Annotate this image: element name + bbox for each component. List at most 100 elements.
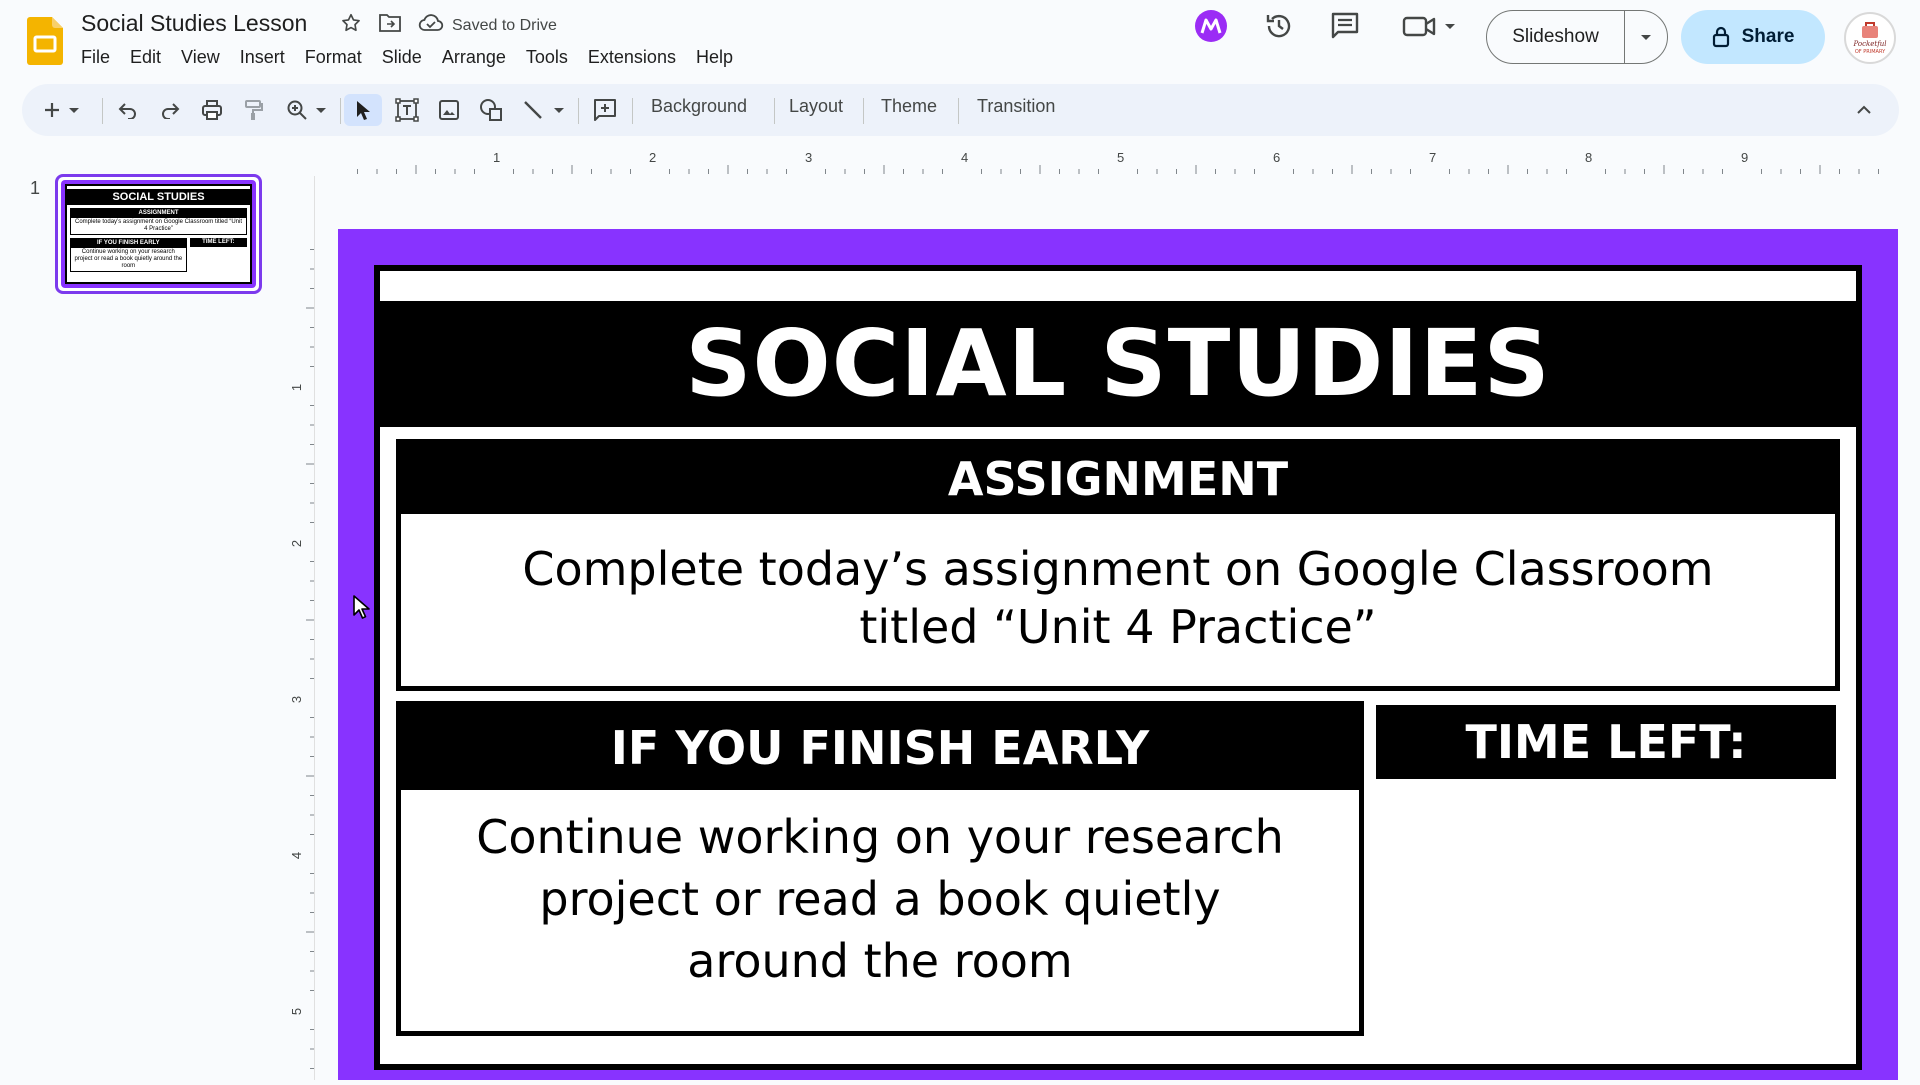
slide-frame[interactable]: SOCIAL STUDIES ASSIGNMENT Complete today… [374,265,1862,1070]
menu-arrange[interactable]: Arrange [432,45,516,70]
thumbnail-time-header: TIME LEFT: [189,238,247,247]
finish-early-line-2: project or read a book quietly [539,872,1221,926]
image-icon [439,100,459,120]
ruler-h-label-6: 6 [1273,150,1281,165]
finish-early-box[interactable]: IF YOU FINISH EARLY Continue working on … [396,701,1364,1036]
ruler-h-label-1: 1 [493,150,501,165]
menu-format[interactable]: Format [295,45,372,70]
comments-icon[interactable] [1327,8,1363,44]
menu-insert[interactable]: Insert [230,45,295,70]
vertical-ruler[interactable]: 1 2 3 4 5 [285,230,315,1080]
ruler-v-label-3: 3 [289,695,305,704]
main-toolbar: Background Layout Theme Transition [22,84,1899,136]
slide-frame-inner: SOCIAL STUDIES ASSIGNMENT Complete today… [380,271,1856,1064]
add-comment-button[interactable] [588,94,622,126]
menu-view[interactable]: View [171,45,230,70]
share-label: Share [1741,26,1795,47]
slides-logo-icon[interactable] [27,17,63,65]
app-header: Social Studies Lesson Saved to Drive Fil… [0,0,1920,80]
share-button[interactable]: Share [1681,10,1825,64]
menu-tools[interactable]: Tools [516,45,578,70]
ruler-h-label-3: 3 [805,150,813,165]
slideshow-label[interactable]: Slideshow [1487,11,1625,63]
assignment-header[interactable]: ASSIGNMENT [401,444,1835,514]
menu-extensions[interactable]: Extensions [578,45,686,70]
ruler-v-label-5: 5 [289,1007,305,1016]
slide-title[interactable]: SOCIAL STUDIES [380,301,1856,427]
zoom-button[interactable] [280,94,332,126]
background-button[interactable]: Background [651,96,747,117]
thumbnail-early-body: Continue working on your research projec… [74,249,183,269]
collapse-toolbar-button[interactable] [1848,94,1880,126]
thumbnail-frame: SOCIAL STUDIES ASSIGNMENT Complete today… [65,184,252,284]
finish-early-body[interactable]: Continue working on your research projec… [401,806,1359,992]
ruler-v-label-1: 1 [289,383,305,392]
ruler-h-label-7: 7 [1429,150,1437,165]
version-history-icon[interactable] [1261,8,1297,44]
add-comment-icon [594,99,616,121]
text-box-icon [395,98,419,122]
paint-format-icon [245,100,263,120]
insert-image-button[interactable] [432,94,466,126]
thumbnail-assignment-body: Complete today’s assignment on Google Cl… [75,219,242,232]
ruler-h-label-9: 9 [1741,150,1749,165]
meet-camera-icon[interactable] [1400,8,1460,44]
slideshow-dropdown-icon[interactable] [1625,34,1667,40]
document-title[interactable]: Social Studies Lesson [81,10,307,37]
ruler-h-label-2: 2 [649,150,657,165]
undo-icon [118,103,136,119]
time-left-header[interactable]: TIME LEFT: [1376,705,1836,779]
thumbnail-assignment-header: ASSIGNMENT [71,209,246,218]
menu-slide[interactable]: Slide [372,45,432,70]
assignment-body[interactable]: Complete today’s assignment on Google Cl… [401,540,1835,656]
theme-button[interactable]: Theme [881,96,937,117]
line-dropdown-icon[interactable] [554,107,564,113]
finish-early-header[interactable]: IF YOU FINISH EARLY [401,706,1359,790]
thumbnail-early-header: IF YOU FINISH EARLY [71,239,186,248]
thumbnail-preview: SOCIAL STUDIES ASSIGNMENT Complete today… [61,180,256,288]
line-button[interactable] [516,94,570,126]
title-actions: Saved to Drive [340,12,557,39]
star-icon[interactable] [340,12,362,39]
undo-button[interactable] [112,94,144,126]
account-avatar[interactable]: Pocketful OF PRIMARY [1844,12,1896,64]
select-tool-button[interactable] [344,94,382,126]
layout-button[interactable]: Layout [789,96,843,117]
line-icon [524,101,542,119]
canvas-divider [314,176,315,1080]
svg-text:Pocketful: Pocketful [1852,40,1886,48]
zoom-icon [287,100,307,120]
ruler-h-label-8: 8 [1585,150,1593,165]
transition-button[interactable]: Transition [977,96,1055,117]
avatar-logo-icon: Pocketful OF PRIMARY [1849,17,1891,59]
mouse-pointer-icon [352,594,370,625]
horizontal-ruler[interactable]: 1 2 3 4 5 6 7 8 9 [314,150,1898,174]
vertical-ruler-ticks [306,249,315,1069]
menu-edit[interactable]: Edit [120,45,171,70]
slide-thumbnail[interactable]: SOCIAL STUDIES ASSIGNMENT Complete today… [55,174,262,294]
slide-canvas[interactable]: SOCIAL STUDIES ASSIGNMENT Complete today… [338,229,1898,1080]
text-box-button[interactable] [390,94,424,126]
slideshow-button[interactable]: Slideshow [1486,10,1668,64]
shape-button[interactable] [474,94,508,126]
shape-icon [480,99,502,121]
lock-icon [1712,26,1729,48]
menu-help[interactable]: Help [686,45,743,70]
new-slide-button[interactable] [40,94,82,126]
cloud-saved-icon[interactable] [418,13,444,38]
assignment-box[interactable]: ASSIGNMENT Complete today’s assignment o… [396,439,1840,691]
finish-early-line-1: Continue working on your research [476,810,1284,864]
extension-m-icon[interactable] [1193,8,1229,44]
redo-button[interactable] [154,94,186,126]
ruler-h-label-5: 5 [1117,150,1125,165]
print-button[interactable] [196,94,228,126]
chevron-up-icon [1857,105,1871,114]
paint-format-button[interactable] [238,94,270,126]
new-slide-dropdown-icon[interactable] [69,107,79,113]
menu-file[interactable]: File [71,45,120,70]
thumbnail-time-box: TIME LEFT: [189,238,247,272]
zoom-dropdown-icon[interactable] [316,107,326,113]
move-folder-icon[interactable] [378,12,402,39]
ruler-v-label-4: 4 [289,851,305,860]
assignment-line-1: Complete today’s assignment on Google Cl… [522,542,1714,596]
